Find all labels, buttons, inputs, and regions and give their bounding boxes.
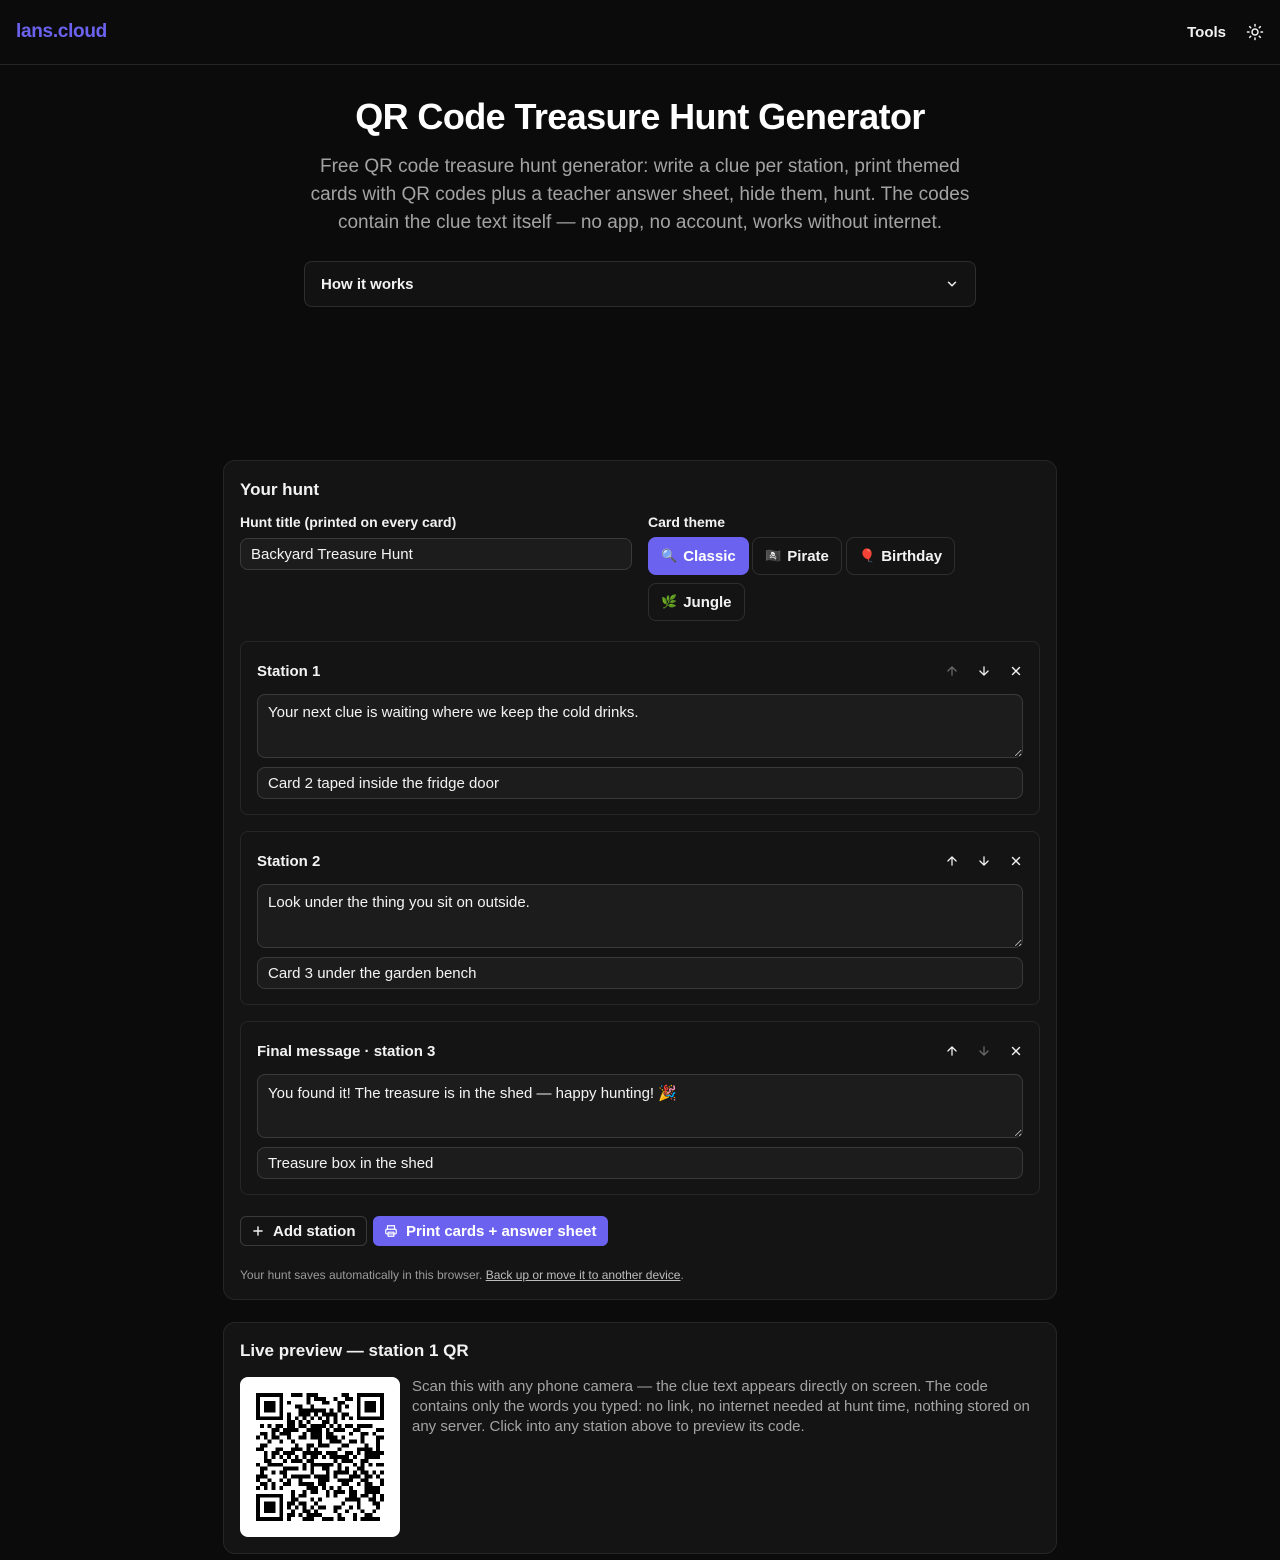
- backup-link[interactable]: Back up or move it to another device: [486, 1268, 681, 1282]
- hiding-place-input[interactable]: [257, 957, 1023, 989]
- remove-station-close-icon[interactable]: [1007, 662, 1025, 680]
- print-cards-button[interactable]: Print cards + answer sheet: [373, 1216, 608, 1246]
- printer-icon: [385, 1225, 397, 1237]
- how-it-works-toggle[interactable]: How it works: [304, 261, 976, 307]
- remove-station-close-icon[interactable]: [1007, 1042, 1025, 1060]
- hiding-place-input[interactable]: [257, 1147, 1023, 1179]
- move-down-icon[interactable]: [975, 662, 993, 680]
- how-it-works-label: How it works: [321, 275, 414, 293]
- move-up-icon[interactable]: [943, 852, 961, 870]
- station-card: Station 1 Your next clue is waiting wher…: [240, 641, 1040, 815]
- move-up-icon[interactable]: [943, 662, 961, 680]
- clue-textarea[interactable]: Look under the thing you sit on outside.: [257, 884, 1023, 948]
- top-nav: Tools: [1187, 23, 1264, 41]
- pirate-flag-icon: 🏴‍☠️: [765, 548, 782, 564]
- autosave-note: Your hunt saves automatically in this br…: [240, 1268, 684, 1282]
- theme-jungle-button[interactable]: 🌿 Jungle: [648, 583, 745, 621]
- station-actions: [943, 852, 1025, 870]
- theme-classic-button[interactable]: 🔍 Classic: [648, 537, 749, 575]
- page-title: QR Code Treasure Hunt Generator: [355, 96, 925, 137]
- theme-classic-label: Classic: [683, 547, 736, 565]
- add-station-button[interactable]: Add station: [240, 1216, 367, 1246]
- autosave-text: Your hunt saves automatically in this br…: [240, 1268, 483, 1282]
- station-actions: [943, 662, 1025, 680]
- hunt-section-title: Your hunt: [240, 480, 319, 499]
- card-theme-label: Card theme: [648, 514, 726, 530]
- preview-title: Live preview — station 1 QR: [240, 1341, 469, 1360]
- top-bar: lans.cloud Tools: [0, 0, 1280, 65]
- move-up-icon[interactable]: [943, 1042, 961, 1060]
- clue-textarea[interactable]: Your next clue is waiting where we keep …: [257, 694, 1023, 758]
- hunt-editor-card: Your hunt Hunt title (printed on every c…: [223, 460, 1057, 1300]
- preview-description: Scan this with any phone camera — the cl…: [412, 1378, 1030, 1435]
- site-logo[interactable]: lans.cloud: [16, 21, 107, 43]
- page-description: Free QR code treasure hunt generator: wr…: [310, 156, 970, 233]
- live-preview-card: Live preview — station 1 QR Scan this wi…: [223, 1322, 1057, 1554]
- theme-toggle-sun-icon[interactable]: [1246, 23, 1264, 41]
- theme-pirate-button[interactable]: 🏴‍☠️ Pirate: [752, 537, 842, 575]
- theme-birthday-label: Birthday: [881, 547, 943, 565]
- move-down-icon[interactable]: [975, 1042, 993, 1060]
- qr-code-preview: [240, 1377, 400, 1537]
- station-card: Final message · station 3 You found it! …: [240, 1021, 1040, 1195]
- hiding-place-input[interactable]: [257, 767, 1023, 799]
- theme-jungle-label: Jungle: [683, 593, 732, 611]
- add-station-label: Add station: [273, 1222, 356, 1240]
- balloon-icon: 🎈: [859, 548, 876, 564]
- remove-station-close-icon[interactable]: [1007, 852, 1025, 870]
- hunt-title-input[interactable]: [240, 538, 632, 570]
- nav-tools-link[interactable]: Tools: [1187, 24, 1226, 41]
- station-title: Station 1: [257, 663, 321, 680]
- theme-pirate-label: Pirate: [787, 547, 829, 565]
- print-cards-label: Print cards + answer sheet: [406, 1222, 597, 1240]
- clue-textarea[interactable]: You found it! The treasure is in the she…: [257, 1074, 1023, 1138]
- move-down-icon[interactable]: [975, 852, 993, 870]
- plus-icon: [253, 1226, 263, 1236]
- theme-birthday-button[interactable]: 🎈 Birthday: [846, 537, 956, 575]
- chevron-down-icon: [947, 281, 957, 287]
- station-actions: [943, 1042, 1025, 1060]
- qr-code-image: [256, 1393, 384, 1521]
- herb-icon: 🌿: [661, 594, 678, 610]
- station-title: Station 2: [257, 853, 321, 870]
- hunt-title-label: Hunt title (printed on every card): [240, 514, 457, 530]
- station-card: Station 2 Look under the thing you sit o…: [240, 831, 1040, 1005]
- autosave-period: .: [680, 1268, 684, 1282]
- station-title: Final message · station 3: [257, 1043, 436, 1060]
- magnifier-icon: 🔍: [661, 548, 678, 564]
